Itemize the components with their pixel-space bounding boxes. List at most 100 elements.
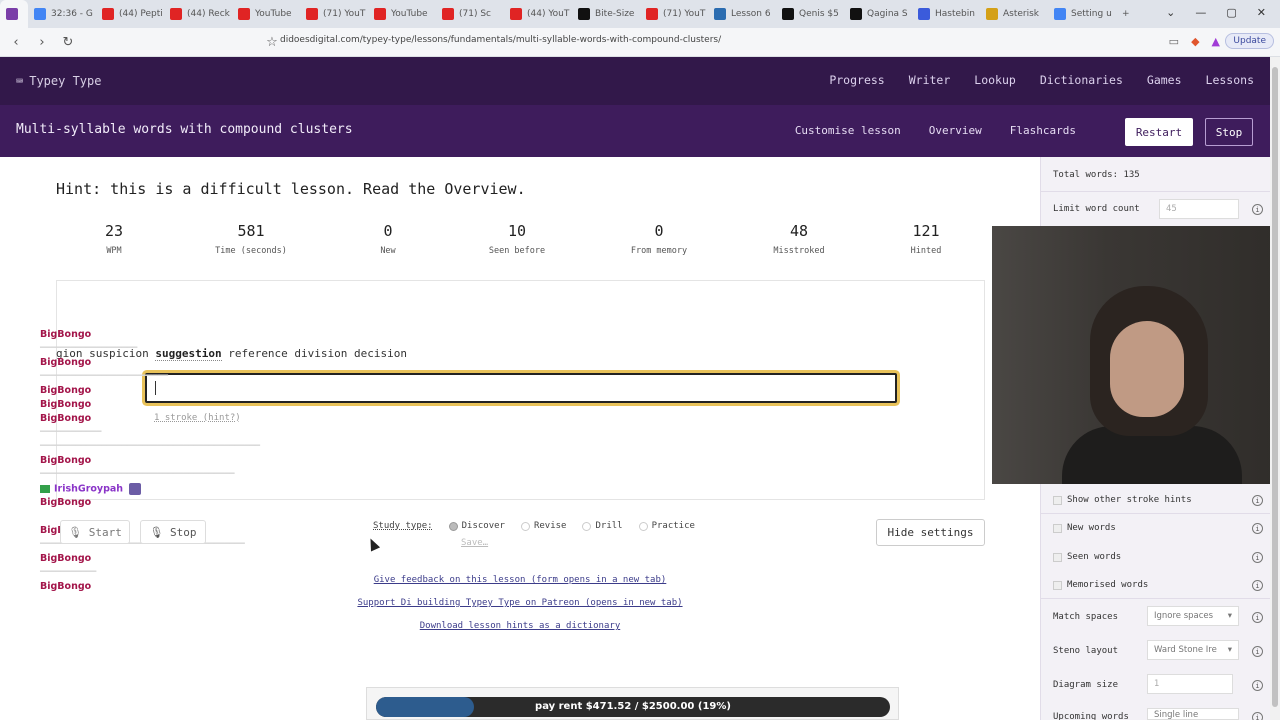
bookmark-icon[interactable]: ☆ <box>262 35 282 50</box>
flashcards-link[interactable]: Flashcards <box>1010 124 1076 137</box>
match-spaces-select[interactable]: Ignore spaces ▾ <box>1147 606 1239 626</box>
donation-goal: pay rent $471.52 / $2500.00 (19%) <box>366 687 899 720</box>
nav-lookup[interactable]: Lookup <box>974 73 1016 87</box>
divider <box>1041 513 1271 514</box>
browser-tab[interactable]: Qagina S <box>844 0 912 28</box>
browser-tab[interactable]: Lesson 6 <box>708 0 776 28</box>
tab-label: (71) YouT <box>323 9 366 19</box>
browser-tab[interactable]: (44) YouT <box>504 0 572 28</box>
checkbox-label: Memorised words <box>1067 580 1149 590</box>
checkbox-label: Seen words <box>1067 552 1122 562</box>
diagram-size-input[interactable]: 1 <box>1147 674 1233 694</box>
radio-drill[interactable]: Drill <box>582 521 623 531</box>
update-button[interactable]: Update <box>1225 33 1274 49</box>
browser-tab[interactable]: (71) YouT <box>300 0 368 28</box>
total-words: Total words: 135 <box>1053 170 1140 180</box>
browser-tab[interactable]: Bite-Size <box>572 0 640 28</box>
scrollbar-thumb[interactable] <box>1272 67 1278 707</box>
info-icon[interactable]: i <box>1252 711 1263 720</box>
browser-tab[interactable]: YouTube <box>368 0 436 28</box>
checkbox[interactable] <box>1053 580 1062 590</box>
brave-shield-icon[interactable]: ◆ <box>1191 35 1199 48</box>
browser-tab[interactable]: (44) Pepti <box>96 0 164 28</box>
browser-tab[interactable]: (71) YouT <box>640 0 708 28</box>
nav-lessons[interactable]: Lessons <box>1206 73 1254 87</box>
browser-tab[interactable]: Qenis $5 <box>776 0 844 28</box>
mic-icon: 🎙 <box>149 525 171 539</box>
feedback-link[interactable]: Give feedback on this lesson (form opens… <box>0 575 1040 585</box>
maximize-icon[interactable]: ▢ <box>1226 6 1236 19</box>
nav-dictionaries[interactable]: Dictionaries <box>1040 73 1123 87</box>
limit-word-count-input[interactable]: 45 <box>1159 199 1239 219</box>
checkbox[interactable] <box>1053 552 1062 562</box>
stat-from-memory: 0 From memory <box>604 222 714 256</box>
new-words-row[interactable]: New words i <box>1053 521 1265 535</box>
checkbox[interactable] <box>1053 523 1062 533</box>
nav-writer[interactable]: Writer <box>909 73 951 87</box>
checkbox[interactable] <box>1053 495 1062 505</box>
info-icon[interactable]: i <box>1252 645 1263 657</box>
stroke-hint-link[interactable]: 1 stroke (hint?) <box>154 413 241 423</box>
stop-lesson-button[interactable]: Stop <box>1205 118 1253 146</box>
back-icon[interactable]: ‹ <box>6 35 26 50</box>
address-bar: ‹ › ↻ ☆ didoesdigital.com/typey-type/les… <box>0 28 1280 57</box>
browser-tab[interactable]: (44) Reck <box>164 0 232 28</box>
start-button[interactable]: 🎙 Start <box>60 520 130 544</box>
browser-tab[interactable]: 32:36 - G <box>28 0 96 28</box>
donation-progress-track: pay rent $471.52 / $2500.00 (19%) <box>376 697 890 717</box>
forward-icon[interactable]: › <box>32 35 52 50</box>
tab-label: Lesson 6 <box>731 9 771 19</box>
url-field[interactable]: didoesdigital.com/typey-type/lessons/fun… <box>280 35 721 45</box>
minimize-icon[interactable]: — <box>1195 6 1206 19</box>
customise-lesson-link[interactable]: Customise lesson <box>795 124 901 137</box>
next-words: reference division decision <box>221 347 408 360</box>
typing-input[interactable] <box>145 373 897 403</box>
nav-games[interactable]: Games <box>1147 73 1182 87</box>
logo[interactable]: ⌨ Typey Type <box>16 74 101 88</box>
nav-progress[interactable]: Progress <box>829 73 884 87</box>
download-hints-link[interactable]: Download lesson hints as a dictionary <box>0 621 1040 631</box>
upcoming-words-select[interactable]: Single line <box>1147 708 1239 720</box>
reload-icon[interactable]: ↻ <box>58 35 78 50</box>
stop-button[interactable]: 🎙 Stop <box>140 520 206 544</box>
browser-tab[interactable]: YouTube <box>232 0 300 28</box>
tab-favicon-icon <box>34 8 46 20</box>
save-button[interactable]: Save… <box>461 538 488 548</box>
new-tab-button[interactable]: + <box>1116 0 1140 28</box>
seen-words-row[interactable]: Seen words i <box>1053 550 1265 564</box>
patreon-link[interactable]: Support Di building Typey Type on Patreo… <box>0 598 1040 608</box>
radio-practice[interactable]: Practice <box>638 521 695 531</box>
radio-discover[interactable]: Discover <box>448 521 505 531</box>
install-icon[interactable]: ▭ <box>1169 35 1179 48</box>
info-icon[interactable]: i <box>1252 679 1263 691</box>
memorised-words-row[interactable]: Memorised words i <box>1053 578 1265 592</box>
browser-tab[interactable]: Setting u <box>1048 0 1116 28</box>
browser-tab[interactable]: Asterisk <box>980 0 1048 28</box>
radio-revise[interactable]: Revise <box>520 521 566 531</box>
info-icon[interactable]: i <box>1252 522 1263 534</box>
browser-tab[interactable]: (71) Sc <box>436 0 504 28</box>
info-icon[interactable]: i <box>1252 203 1263 215</box>
browser-tab[interactable]: Hastebin <box>912 0 980 28</box>
page-scrollbar[interactable] <box>1270 57 1280 720</box>
info-icon[interactable]: i <box>1252 494 1263 506</box>
info-icon[interactable]: i <box>1252 611 1263 623</box>
stat-value: 0 <box>383 222 393 240</box>
tab-search-icon[interactable]: ⌄ <box>1166 6 1175 19</box>
restart-button[interactable]: Restart <box>1125 118 1193 146</box>
close-icon[interactable]: ✕ <box>1257 6 1266 19</box>
hide-settings-button[interactable]: Hide settings <box>876 519 985 546</box>
info-icon[interactable]: i <box>1252 551 1263 563</box>
radio-indicator <box>448 521 458 531</box>
app-header: ⌨ Typey Type Progress Writer Lookup Dict… <box>0 57 1270 105</box>
browser-tab[interactable] <box>0 0 28 28</box>
info-icon[interactable]: i <box>1252 579 1263 591</box>
steno-layout-select[interactable]: Ward Stone Ire ▾ <box>1147 640 1239 660</box>
stat-label: Misstroked <box>773 246 825 256</box>
rewards-icon[interactable]: ▲ <box>1212 35 1220 48</box>
overview-link[interactable]: Overview <box>929 124 982 137</box>
tab-label: Bite-Size <box>595 9 635 19</box>
chat-faded-line: ━━━━━━━━━━━━━━━━━━━ <box>40 343 138 353</box>
show-other-hints-row[interactable]: Show other stroke hints i <box>1053 493 1265 507</box>
chat-faded-line: ━━━━━━━━━━━━━━━━━━━━━━━━━━━━━━━━━━━━━━━━… <box>40 441 261 451</box>
